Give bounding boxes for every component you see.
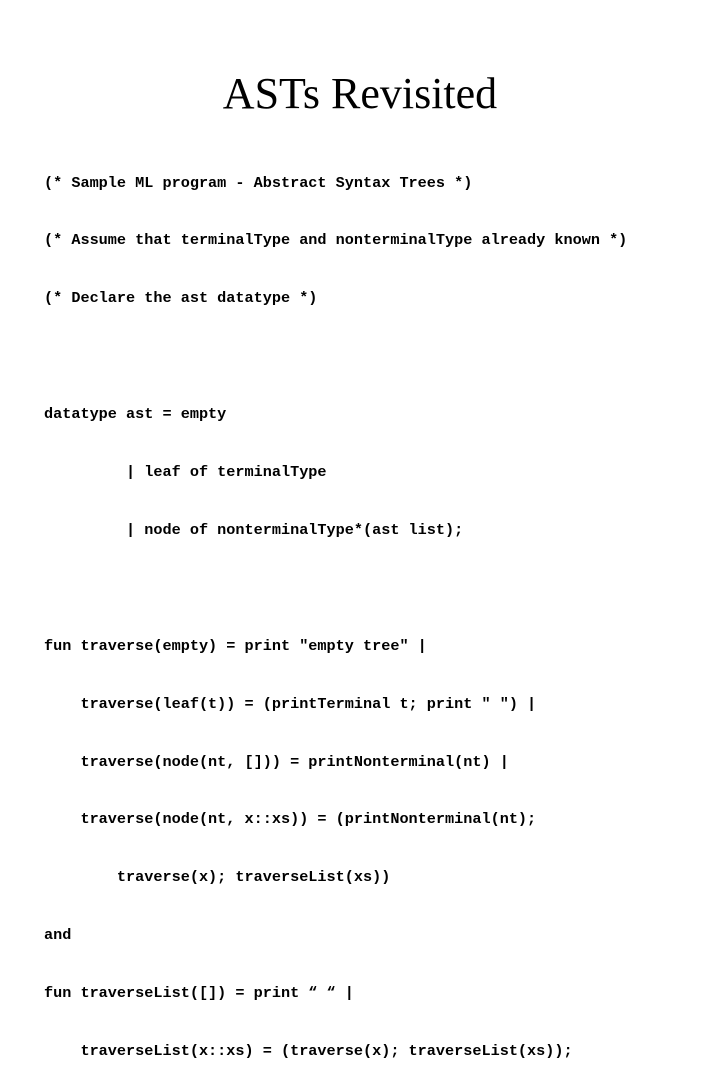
code-function-line: fun traverseList([]) = print “ “ | (44, 984, 354, 1003)
code-comment-line: (* Sample ML program - Abstract Syntax T… (44, 173, 473, 192)
code-block: (* Sample ML program - Abstract Syntax T… (44, 135, 627, 1080)
code-comment-line: (* Assume that terminalType and nontermi… (44, 231, 628, 250)
code-function-line: fun traverse(empty) = print "empty tree"… (44, 636, 427, 655)
code-function-line: traverse(leaf(t)) = (printTerminal t; pr… (44, 694, 537, 713)
code-keyword-line: and (44, 926, 72, 945)
code-datatype-line: datatype ast = empty (44, 405, 227, 424)
code-function-line: traverse(x); traverseList(xs)) (44, 868, 391, 887)
code-function-line: traverse(node(nt, [])) = printNontermina… (44, 752, 509, 771)
code-datatype-line: | leaf of terminalType (44, 463, 327, 482)
slide-title: ASTs Revisited (222, 69, 498, 118)
code-function-line: traverse(node(nt, x::xs)) = (printNonter… (44, 810, 537, 829)
code-function-line: traverseList(x::xs) = (traverse(x); trav… (44, 1041, 573, 1060)
code-datatype-line: | node of nonterminalType*(ast list); (44, 520, 464, 539)
code-comment-line: (* Declare the ast datatype *) (44, 289, 318, 308)
